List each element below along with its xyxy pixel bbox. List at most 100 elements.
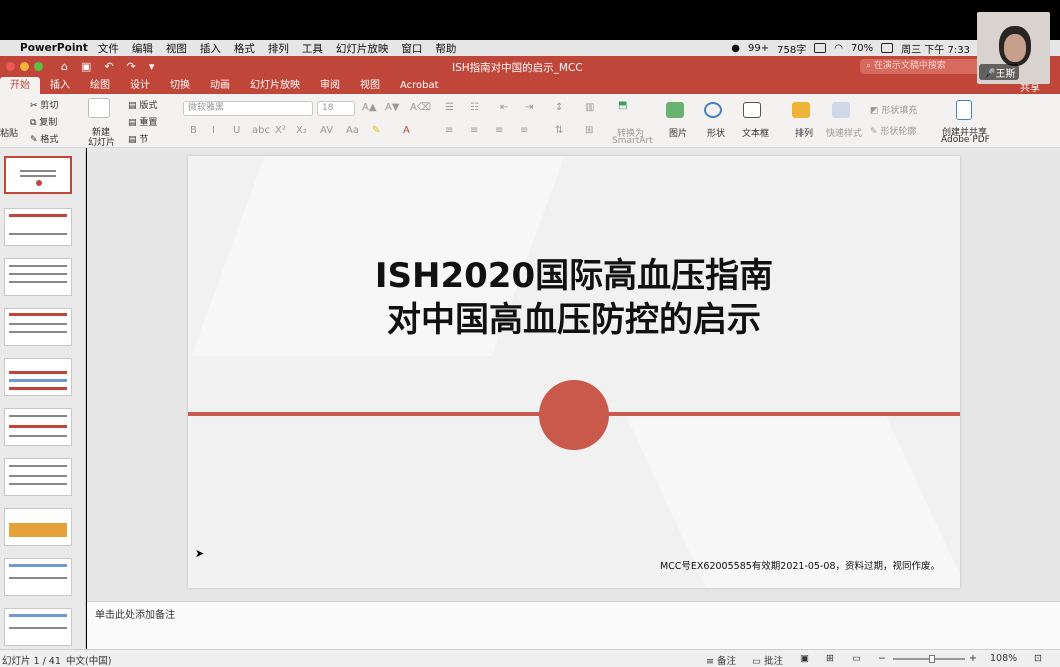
zoom-in-icon[interactable]: + bbox=[969, 653, 977, 664]
bold-icon[interactable]: B bbox=[190, 125, 197, 136]
font-color-icon[interactable]: A bbox=[403, 125, 410, 136]
tab-animations[interactable]: 动画 bbox=[200, 77, 240, 94]
notes-pane[interactable]: 单击此处添加备注 bbox=[87, 601, 1060, 649]
shape-outline-button[interactable]: ✎ 形状轮廓 bbox=[870, 124, 916, 137]
normal-view-icon[interactable]: ▣ bbox=[800, 653, 809, 664]
menu-slideshow[interactable]: 幻灯片放映 bbox=[336, 41, 389, 56]
menu-help[interactable]: 帮助 bbox=[435, 41, 456, 56]
menu-tools[interactable]: 工具 bbox=[302, 41, 323, 56]
notes-toggle-button[interactable]: ≡ 备注 bbox=[706, 653, 736, 667]
current-slide[interactable]: ISH2020国际高血压指南 对中国高血压防控的启示 MCC号EX6200558… bbox=[188, 156, 960, 588]
redo-icon[interactable]: ↷ bbox=[127, 60, 136, 73]
subscript-icon[interactable]: X₂ bbox=[296, 125, 307, 136]
slide-thumbnail[interactable] bbox=[4, 458, 72, 496]
change-case-icon[interactable]: Aa bbox=[346, 125, 359, 136]
section-button[interactable]: ▤ 节 bbox=[128, 132, 148, 145]
strikethrough-icon[interactable]: abc bbox=[252, 125, 270, 136]
align-center-icon[interactable]: ≡ bbox=[470, 125, 478, 136]
search-input[interactable]: ⌕ 在演示文稿中搜索 bbox=[860, 59, 980, 74]
menubar-app-name[interactable]: PowerPoint bbox=[20, 42, 88, 54]
align-left-icon[interactable]: ≡ bbox=[445, 125, 453, 136]
slide-thumbnail[interactable] bbox=[4, 358, 72, 396]
quick-styles-icon[interactable] bbox=[832, 102, 850, 118]
new-slide-label-2[interactable]: 幻灯片 bbox=[88, 135, 115, 148]
textbox-label[interactable]: 文本框 bbox=[742, 126, 769, 139]
wifi-icon[interactable]: ◠ bbox=[834, 43, 843, 54]
reset-button[interactable]: ▤ 重置 bbox=[128, 115, 157, 128]
zoom-level[interactable]: 108% bbox=[990, 653, 1017, 664]
tab-insert[interactable]: 插入 bbox=[40, 77, 80, 94]
menu-window[interactable]: 窗口 bbox=[401, 41, 422, 56]
line-spacing-icon[interactable]: ↕ bbox=[555, 102, 563, 113]
picture-icon[interactable] bbox=[666, 102, 684, 118]
arrange-label[interactable]: 排列 bbox=[795, 126, 813, 139]
underline-icon[interactable]: U bbox=[233, 125, 240, 136]
language-status[interactable]: 中文(中国) bbox=[66, 653, 111, 667]
reading-view-icon[interactable]: ▭ bbox=[852, 653, 861, 664]
create-pdf-label-2[interactable]: Adobe PDF bbox=[941, 135, 990, 145]
slide-thumbnail[interactable] bbox=[4, 608, 72, 646]
shape-fill-button[interactable]: ◩ 形状填充 bbox=[870, 103, 917, 116]
battery-icon[interactable] bbox=[881, 43, 894, 53]
datetime[interactable]: 周三 下午 7:33 bbox=[901, 41, 970, 56]
close-window-button[interactable] bbox=[6, 62, 15, 71]
undo-icon[interactable]: ↶ bbox=[104, 60, 113, 73]
slide-thumbnail[interactable] bbox=[4, 156, 72, 194]
slide-title[interactable]: ISH2020国际高血压指南 对中国高血压防控的启示 bbox=[188, 254, 960, 342]
justify-icon[interactable]: ≡ bbox=[520, 125, 528, 136]
zoom-slider-handle[interactable] bbox=[929, 655, 935, 663]
bullets-icon[interactable]: ☰ bbox=[445, 102, 454, 113]
slide-thumbnail[interactable] bbox=[4, 508, 72, 546]
italic-icon[interactable]: I bbox=[212, 125, 215, 136]
menu-edit[interactable]: 编辑 bbox=[132, 41, 153, 56]
superscript-icon[interactable]: X² bbox=[275, 125, 286, 136]
menu-format[interactable]: 格式 bbox=[234, 41, 255, 56]
text-direction-icon[interactable]: ⇅ bbox=[555, 125, 563, 136]
slide-thumbnail[interactable] bbox=[4, 258, 72, 296]
menu-insert[interactable]: 插入 bbox=[200, 41, 221, 56]
zoom-window-button[interactable] bbox=[34, 62, 43, 71]
comments-toggle-button[interactable]: ▭ 批注 bbox=[752, 653, 783, 667]
slide-sorter-icon[interactable]: ⊞ bbox=[826, 653, 834, 664]
shape-label[interactable]: 形状 bbox=[707, 126, 725, 139]
slide-thumbnail[interactable] bbox=[4, 408, 72, 446]
tab-home[interactable]: 开始 bbox=[0, 77, 40, 94]
align-text-icon[interactable]: ⊞ bbox=[585, 125, 593, 136]
copy-button[interactable]: ⧉ 复制 bbox=[30, 115, 57, 128]
quick-styles-label[interactable]: 快速样式 bbox=[826, 126, 862, 139]
wechat-icon[interactable]: ● bbox=[731, 43, 740, 54]
increase-indent-icon[interactable]: ⇥ bbox=[525, 102, 533, 113]
tab-transitions[interactable]: 切换 bbox=[160, 77, 200, 94]
menu-arrange[interactable]: 排列 bbox=[268, 41, 289, 56]
tab-acrobat[interactable]: Acrobat bbox=[390, 77, 449, 94]
cut-button[interactable]: ✂ 剪切 bbox=[30, 98, 58, 111]
tab-review[interactable]: 审阅 bbox=[310, 77, 350, 94]
zoom-out-icon[interactable]: − bbox=[878, 653, 886, 664]
numbering-icon[interactable]: ☷ bbox=[470, 102, 479, 113]
menu-view[interactable]: 视图 bbox=[166, 41, 187, 56]
picture-label[interactable]: 图片 bbox=[669, 126, 687, 139]
new-slide-icon[interactable] bbox=[88, 98, 110, 118]
paste-label[interactable]: 粘贴 bbox=[0, 126, 18, 139]
home-icon[interactable]: ⌂ bbox=[61, 60, 68, 73]
highlight-icon[interactable]: ✎ bbox=[372, 125, 380, 136]
columns-icon[interactable]: ▥ bbox=[585, 102, 594, 113]
screen-icon[interactable] bbox=[814, 43, 827, 53]
slide-thumbnail[interactable] bbox=[4, 558, 72, 596]
font-family-select[interactable]: 微软雅黑 bbox=[183, 101, 313, 116]
align-right-icon[interactable]: ≡ bbox=[495, 125, 503, 136]
grow-font-icon[interactable]: A▲ bbox=[362, 102, 377, 113]
save-icon[interactable]: ▣ bbox=[81, 60, 91, 73]
tab-draw[interactable]: 绘图 bbox=[80, 77, 120, 94]
decrease-indent-icon[interactable]: ⇤ bbox=[500, 102, 508, 113]
tab-slideshow[interactable]: 幻灯片放映 bbox=[240, 77, 310, 94]
font-size-select[interactable]: 18 bbox=[317, 101, 355, 116]
shape-icon[interactable] bbox=[704, 102, 722, 118]
smartart-icon[interactable]: ⬒ bbox=[618, 100, 627, 111]
tab-design[interactable]: 设计 bbox=[120, 77, 160, 94]
clear-format-icon[interactable]: A⌫ bbox=[410, 102, 431, 113]
slide-thumbnail[interactable] bbox=[4, 308, 72, 346]
shrink-font-icon[interactable]: A▼ bbox=[385, 102, 400, 113]
adobe-pdf-icon[interactable] bbox=[956, 100, 972, 120]
tab-view[interactable]: 视图 bbox=[350, 77, 390, 94]
